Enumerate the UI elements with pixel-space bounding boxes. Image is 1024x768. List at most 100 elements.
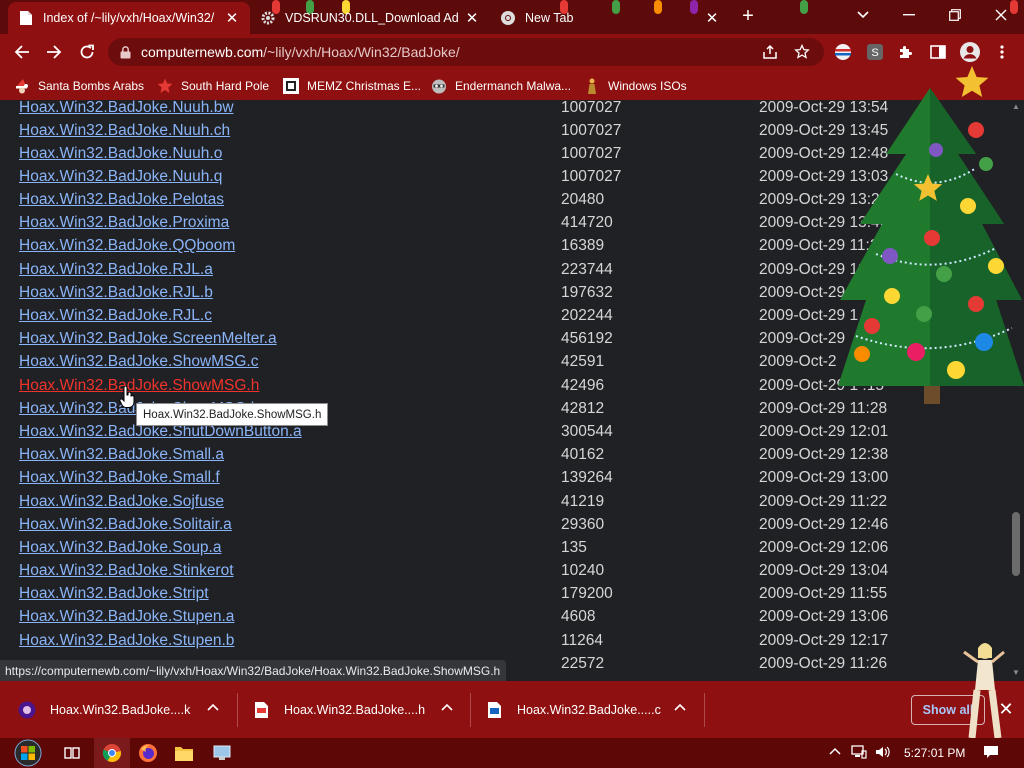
side-panel-button[interactable] [927, 41, 949, 63]
tab-title: Index of /~lily/vxh/Hoax/Win32/ [43, 11, 215, 25]
taskbar-firefox[interactable] [130, 738, 166, 768]
tab-vdsrun30-download[interactable]: VDSRUN30.DLL_Download Addr ✕ [250, 2, 490, 34]
network-icon[interactable] [851, 744, 867, 763]
file-link[interactable]: Hoax.Win32.BadJoke.Pelotas [19, 191, 224, 209]
download-item[interactable]: Hoax.Win32.BadJoke....k [18, 681, 230, 738]
download-item[interactable]: Hoax.Win32.BadJoke.....c [485, 681, 697, 738]
chevron-up-icon[interactable] [673, 701, 687, 715]
file-date: 2009-Oct-29 11:55 [759, 585, 888, 602]
task-view-icon [64, 747, 80, 759]
address-bar[interactable]: computernewb.com/~lily/vxh/Hoax/Win32/Ba… [108, 38, 824, 66]
file-size: 139264 [561, 469, 613, 486]
chevron-up-icon[interactable] [206, 701, 220, 715]
file-size: 42496 [561, 377, 605, 394]
file-link[interactable]: Hoax.Win32.BadJoke.ScreenMelter.a [19, 330, 277, 348]
star-icon [157, 78, 173, 94]
download-filename: Hoax.Win32.BadJoke....h [284, 702, 426, 717]
tab-new-tab[interactable]: New Tab ✕ [490, 2, 730, 34]
file-size: 10240 [561, 562, 605, 579]
scrollbar-thumb[interactable] [1012, 512, 1020, 576]
svg-text:S: S [871, 47, 878, 59]
start-button[interactable] [8, 738, 48, 768]
file-date: 2009-Oct-29 11:22 [759, 493, 888, 510]
file-date: 2009-Oct-2 [759, 353, 837, 370]
file-link[interactable]: Hoax.Win32.BadJoke.Solitair.a [19, 516, 232, 534]
taskbar-app[interactable] [204, 738, 240, 768]
flag-extension-button[interactable] [832, 41, 854, 63]
minimize-button[interactable] [886, 0, 932, 30]
tab-strip: Index of /~lily/vxh/Hoax/Win32/ ✕ VDSRUN… [0, 0, 1024, 34]
file-size: 202244 [561, 307, 613, 324]
extensions-button[interactable] [895, 41, 917, 63]
download-item[interactable]: Hoax.Win32.BadJoke....h [252, 681, 464, 738]
bookmark-star-button[interactable] [791, 41, 813, 63]
file-link[interactable]: Hoax.Win32.BadJoke.Nuuh.o [19, 145, 222, 163]
volume-icon[interactable] [875, 744, 891, 763]
new-tab-button[interactable]: + [738, 6, 758, 26]
file-link[interactable]: Hoax.Win32.BadJoke.Stupen.a [19, 608, 234, 626]
restore-button[interactable] [932, 0, 978, 30]
scroll-down-arrow-icon[interactable]: ▼ [1012, 668, 1020, 677]
file-link[interactable]: Hoax.Win32.BadJoke.Stupen.b [19, 632, 234, 650]
file-link[interactable]: Hoax.Win32.BadJoke.QQboom [19, 237, 235, 255]
s-extension-button[interactable]: S [864, 41, 886, 63]
file-link[interactable]: Hoax.Win32.BadJoke.Sojfuse [19, 493, 224, 511]
firefox-icon [139, 744, 157, 762]
tab-index-of-badjoke[interactable]: Index of /~lily/vxh/Hoax/Win32/ ✕ [8, 2, 250, 34]
bookmark-windows-isos[interactable]: Windows ISOs [584, 75, 687, 97]
file-link-hovered[interactable]: Hoax.Win32.BadJoke.ShowMSG.h [19, 377, 259, 395]
file-size: 300544 [561, 423, 613, 440]
file-link[interactable]: Hoax.Win32.BadJoke.RJL.c [19, 307, 212, 325]
bookmark-santa-bombs-arabs[interactable]: Santa Bombs Arabs [14, 75, 144, 97]
menu-button[interactable] [991, 41, 1013, 63]
file-link[interactable]: Hoax.Win32.BadJoke.Small.a [19, 446, 224, 464]
bookmark-endermanch-malware[interactable]: Endermanch Malwa... [431, 75, 571, 97]
system-clock[interactable]: 5:27:01 PM [904, 746, 965, 760]
close-window-button[interactable] [978, 0, 1024, 30]
file-date: 2009-Oct-29 11:26 [759, 655, 888, 672]
file-link[interactable]: Hoax.Win32.BadJoke.Soup.a [19, 539, 221, 557]
file-size: 11264 [561, 632, 603, 649]
tray-overflow-chevron-icon[interactable] [829, 745, 841, 759]
file-link[interactable]: Hoax.Win32.BadJoke.Nuuh.ch [19, 122, 230, 140]
close-tab-icon[interactable]: ✕ [704, 9, 720, 27]
bookmark-label: Windows ISOs [608, 79, 687, 93]
taskbar-file-explorer[interactable] [166, 738, 202, 768]
forward-button[interactable] [43, 41, 65, 63]
file-link[interactable]: Hoax.Win32.BadJoke.Stinkerot [19, 562, 234, 580]
share-button[interactable] [759, 41, 781, 63]
taskbar-chrome[interactable] [94, 738, 130, 768]
file-link[interactable]: Hoax.Win32.BadJoke.Nuuh.q [19, 168, 222, 186]
listing-row: Hoax.Win32.BadJoke.Stupen.b 11264 2009-O… [0, 630, 1000, 653]
file-size: 456192 [561, 330, 613, 347]
file-link[interactable]: Hoax.Win32.BadJoke.RJL.a [19, 261, 213, 279]
download-filename: Hoax.Win32.BadJoke....k [50, 702, 191, 717]
close-tab-icon[interactable]: ✕ [224, 9, 240, 27]
document-icon [18, 10, 34, 26]
file-link[interactable]: Hoax.Win32.BadJoke.Proxima [19, 214, 229, 232]
hand-cursor-icon [119, 386, 135, 408]
file-link[interactable]: Hoax.Win32.BadJoke.Nuuh.bw [19, 100, 234, 117]
file-link[interactable]: Hoax.Win32.BadJoke.RJL.b [19, 284, 213, 302]
file-size: 22572 [561, 655, 605, 672]
reload-icon [80, 44, 94, 59]
bookmark-south-hard-pole[interactable]: South Hard Pole [157, 75, 269, 97]
close-tab-icon[interactable]: ✕ [464, 9, 480, 27]
dancer-decoration [963, 643, 1005, 739]
tab-search-button[interactable] [840, 0, 886, 30]
download-shelf: Hoax.Win32.BadJoke....k Hoax.Win32.BadJo… [0, 681, 1024, 738]
bookmark-memz-christmas[interactable]: MEMZ Christmas E... [283, 75, 421, 97]
minimize-icon [903, 14, 915, 16]
file-link[interactable]: Hoax.Win32.BadJoke.Stript [19, 585, 209, 603]
share-icon [763, 44, 777, 59]
file-date: 2009-Oct-29 13:00 [759, 469, 889, 486]
notifications-icon[interactable] [983, 744, 999, 763]
task-view-button[interactable] [54, 738, 90, 768]
back-button[interactable] [11, 41, 33, 63]
chevron-up-icon[interactable] [440, 701, 454, 715]
profile-button[interactable] [959, 41, 981, 63]
reload-button[interactable] [76, 41, 98, 63]
file-link[interactable]: Hoax.Win32.BadJoke.Small.f [19, 469, 220, 487]
file-link[interactable]: Hoax.Win32.BadJoke.ShowMSG.c [19, 353, 259, 371]
tab-title: New Tab [525, 11, 574, 25]
